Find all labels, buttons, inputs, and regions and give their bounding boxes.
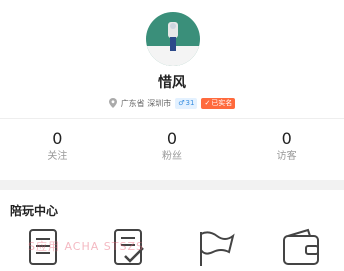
stat-value: 0	[115, 128, 230, 150]
stat-value: 0	[229, 128, 344, 150]
avatar[interactable]	[146, 12, 200, 66]
gender-age-badge: ♂ 31	[175, 98, 197, 109]
stat-label: 粉丝	[115, 150, 230, 164]
location-pin-icon	[109, 98, 117, 108]
verified-check-icon: ✓	[204, 99, 210, 107]
stat-value: 0	[0, 128, 115, 150]
watermark: S应用 ACHA STSZS	[28, 238, 144, 254]
stats-row: 0 关注 0 粉丝 0 访客	[0, 128, 344, 173]
divider	[0, 118, 344, 119]
user-meta: 广东省 深圳市 ♂ 31 ✓ 已实名	[0, 96, 344, 110]
stat-label: 访客	[229, 150, 344, 164]
flag-icon	[195, 228, 235, 266]
verified-badge: ✓ 已实名	[201, 98, 235, 109]
user-name: 惜风	[0, 72, 344, 92]
stat-label: 关注	[0, 150, 115, 164]
location-text: 广东省 深圳市	[121, 98, 172, 109]
profile-header: 惜风 广东省 深圳市 ♂ 31 ✓ 已实名	[0, 0, 344, 118]
wallet-icon	[282, 228, 320, 266]
stat-following[interactable]: 0 关注	[0, 128, 115, 173]
section-title: 陪玩中心	[10, 202, 58, 219]
section-gap	[0, 180, 344, 190]
stat-visitors[interactable]: 0 访客	[229, 128, 344, 173]
feature-wallet[interactable]	[258, 224, 344, 271]
stat-followers[interactable]: 0 粉丝	[115, 128, 230, 173]
male-icon: ♂	[178, 99, 184, 107]
feature-flag[interactable]	[172, 224, 258, 271]
